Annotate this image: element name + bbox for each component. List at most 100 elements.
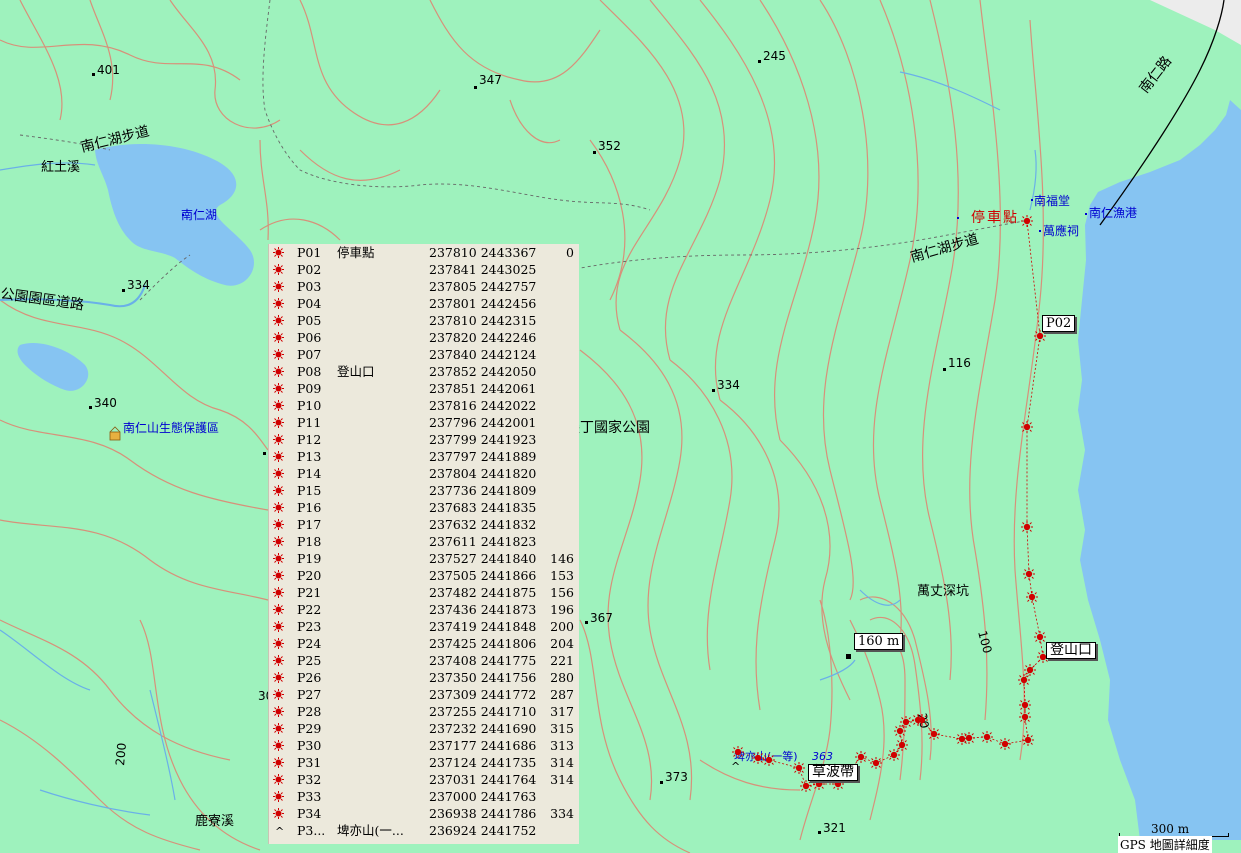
waypoint-marker[interactable] [1021,215,1033,227]
waypoint-row[interactable]: P03 237805 2442757 [269,278,579,295]
waypoint-marker[interactable] [900,716,912,728]
waypoint-marker[interactable] [1021,521,1033,533]
waypoint-coord: 237810 2442315 [429,313,537,328]
waypoint-alt: 313 [550,738,574,753]
waypoint-row[interactable]: P34 236938 2441786 334 [269,805,579,822]
waypoint-row[interactable]: P16 237683 2441835 [269,499,579,516]
waypoint-marker-icon [273,672,284,683]
waypoint-marker[interactable] [1019,711,1031,723]
trig-point-label: 埤亦山(一等) [734,749,798,763]
waypoint-alt: 204 [550,636,574,651]
waypoint-id: P17 [297,517,322,532]
waypoint-marker[interactable] [800,780,812,792]
waypoint-marker[interactable] [956,733,968,745]
waypoint-marker[interactable] [1021,421,1033,433]
waypoint-coord: 237482 2441875 [429,585,537,600]
waypoint-row[interactable]: P05 237810 2442315 [269,312,579,329]
waypoint-row[interactable]: P14 237804 2441820 [269,465,579,482]
waypoint-marker-icon [273,400,284,411]
waypoint-label-p02: P02 [1042,315,1076,332]
waypoint-list-panel[interactable]: P01 停車點 237810 2443367 0 P02 237841 2443025 P0… [268,244,579,844]
waypoint-row[interactable]: P02 237841 2443025 [269,261,579,278]
waypoint-row[interactable]: P07 237840 2442124 [269,346,579,363]
waypoint-alt: 334 [550,806,574,821]
waypoint-row[interactable]: P06 237820 2442246 [269,329,579,346]
waypoint-row[interactable]: P31 237124 2441735 314 [269,754,579,771]
waypoint-row[interactable]: P27 237309 2441772 287 [269,686,579,703]
waypoint-row[interactable]: ^ P3... 埤亦山(一... 236924 2441752 [269,822,579,839]
waypoint-row[interactable]: P15 237736 2441809 [269,482,579,499]
waypoint-row[interactable]: P32 237031 2441764 314 [269,771,579,788]
waypoint-marker-icon [273,655,284,666]
map-scale: 300 m GPS 地圖詳細度 [1116,822,1238,853]
waypoint-row[interactable]: P25 237408 2441775 221 [269,652,579,669]
waypoint-row[interactable]: P04 237801 2442456 [269,295,579,312]
svg-text:340: 340 [94,396,117,410]
waypoint-marker[interactable] [752,752,764,764]
waypoint-marker-icon [273,519,284,530]
waypoint-marker[interactable] [896,739,908,751]
deer-creek-label: 鹿寮溪 [195,813,234,829]
waypoint-row[interactable]: P23 237419 2441848 200 [269,618,579,635]
waypoint-marker[interactable] [928,728,940,740]
waypoint-marker[interactable] [870,757,882,769]
waypoint-marker[interactable] [1024,664,1036,676]
waypoint-row[interactable]: P01 停車點 237810 2443367 0 [269,244,579,261]
waypoint-row[interactable]: P24 237425 2441806 204 [269,635,579,652]
parking-label: 停車點 [971,209,1019,226]
waypoint-row[interactable]: P17 237632 2441832 [269,516,579,533]
waypoint-id: P15 [297,483,322,498]
waypoint-row[interactable]: P20 237505 2441866 153 [269,567,579,584]
waypoint-marker[interactable] [1019,699,1031,711]
waypoint-marker[interactable] [894,725,906,737]
waypoint-marker[interactable] [912,714,924,726]
waypoint-row[interactable]: P18 237611 2441823 [269,533,579,550]
waypoint-row[interactable]: P22 237436 2441873 196 [269,601,579,618]
waypoint-marker[interactable] [1026,591,1038,603]
harbor-label: 南仁漁港 [1089,205,1137,220]
waypoint-coord: 237801 2442456 [429,296,537,311]
waypoint-marker-icon [273,638,284,649]
waypoint-row[interactable]: P21 237482 2441875 156 [269,584,579,601]
trig-point-icon: ^ [275,825,285,838]
trig-point-icon: ^ [731,760,740,773]
waypoint-marker[interactable] [855,751,867,763]
waypoint-coord: 237611 2441823 [429,534,537,549]
topo-map-canvas[interactable]: 401 347 245 352 334 340 116 334 367 373 … [0,0,1241,853]
waypoint-row[interactable]: P13 237797 2441889 [269,448,579,465]
waypoint-marker[interactable] [999,738,1011,750]
waypoint-row[interactable]: P33 237000 2441763 [269,788,579,805]
waypoint-marker-icon [273,417,284,428]
waypoint-coord: 237799 2441923 [429,432,537,447]
waypoint-row[interactable]: P08 登山口 237852 2442050 [269,363,579,380]
waypoint-coord: 237804 2441820 [429,466,537,481]
waypoint-marker[interactable] [981,731,993,743]
waypoint-alt: 200 [550,619,574,634]
waypoint-marker[interactable] [763,754,775,766]
creek-label: 紅土溪 [41,160,80,175]
waypoint-label-meadow: 草波帶 [808,764,858,781]
waypoint-row[interactable]: P12 237799 2441923 [269,431,579,448]
waypoint-marker[interactable] [888,749,900,761]
waypoint-marker-icon [273,485,284,496]
waypoint-marker[interactable] [1018,674,1030,686]
map-view[interactable]: 401 347 245 352 334 340 116 334 367 373 … [0,0,1241,853]
waypoint-row[interactable]: P28 237255 2441710 317 [269,703,579,720]
waypoint-row[interactable]: P19 237527 2441840 146 [269,550,579,567]
waypoint-row[interactable]: P10 237816 2442022 [269,397,579,414]
waypoint-row[interactable]: P29 237232 2441690 315 [269,720,579,737]
waypoint-row[interactable]: P30 237177 2441686 313 [269,737,579,754]
waypoint-marker-icon [273,383,284,394]
waypoint-marker[interactable] [793,762,805,774]
waypoint-marker-icon [273,264,284,275]
waypoint-marker[interactable] [1034,631,1046,643]
waypoint-row[interactable]: P11 237796 2442001 [269,414,579,431]
waypoint-marker[interactable] [1022,734,1034,746]
waypoint-row[interactable]: P09 237851 2442061 [269,380,579,397]
waypoint-marker[interactable] [732,746,744,758]
waypoint-alt: 314 [550,772,574,787]
waypoint-marker[interactable] [1023,568,1035,580]
waypoint-row[interactable]: P26 237350 2441756 280 [269,669,579,686]
waypoint-marker-icon [273,621,284,632]
reserve-label: 南仁山生態保護區 [123,420,219,435]
